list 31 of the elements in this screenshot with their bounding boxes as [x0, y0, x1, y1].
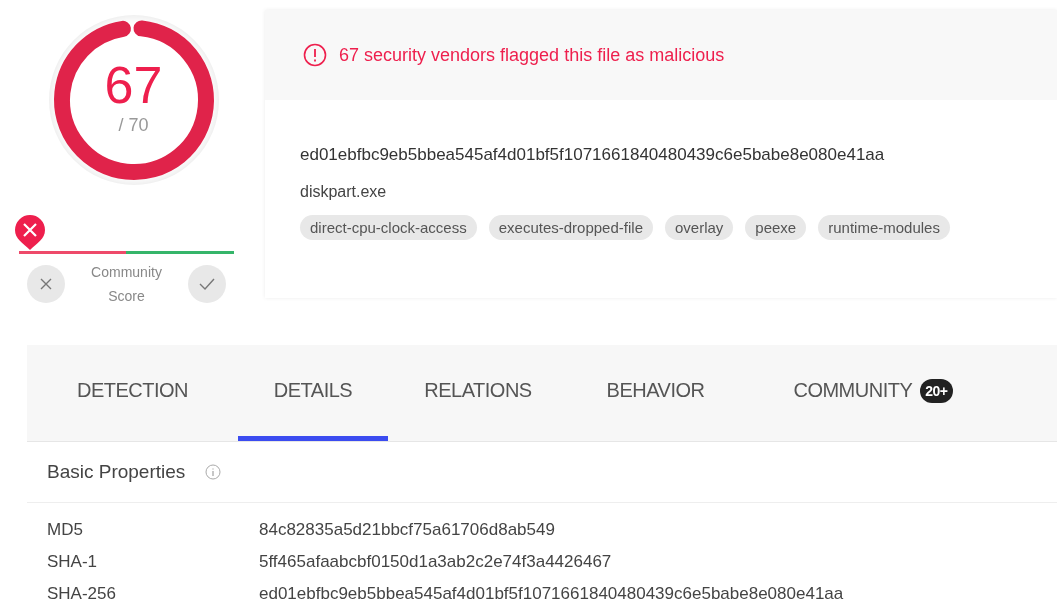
tag[interactable]: direct-cpu-clock-access	[300, 215, 477, 240]
alert-text: 67 security vendors flagged this file as malicious	[339, 44, 725, 66]
tab[interactable]: RELATIONS	[388, 345, 568, 441]
property-name: MD5	[47, 520, 84, 540]
tag[interactable]: peexe	[745, 215, 807, 240]
alert-icon	[303, 43, 327, 67]
count-badge: 20+	[920, 378, 953, 403]
property-value: 84c82835a5d21bbcf75a61706d8ab549	[259, 520, 556, 540]
file-name: diskpart.exe	[300, 183, 388, 201]
total-count: / 70	[118, 114, 149, 136]
downvote-button[interactable]	[27, 265, 65, 303]
property-value: ed01ebfbc9eb5bbea545af4d01bf5f1071661840480439c6e5babe8e080e41aa	[259, 584, 845, 604]
upvote-button[interactable]	[188, 265, 226, 303]
close-icon	[40, 278, 52, 290]
tag[interactable]: overlay	[665, 215, 734, 240]
tag[interactable]: executes-dropped-file	[488, 215, 653, 240]
close-marker-icon	[13, 213, 47, 251]
community-score-label: Community Score	[90, 263, 163, 306]
check-icon	[199, 278, 215, 290]
info-icon	[205, 464, 222, 480]
tag[interactable]: runtime-modules	[818, 215, 950, 240]
tab[interactable]: DETECTION	[27, 345, 238, 441]
property-value: 5ff465afaabcbf0150d1a3ab2c2e74f3a4426467	[259, 552, 613, 572]
property-name: SHA-256	[47, 584, 117, 604]
tab[interactable]: DETAILS	[238, 345, 388, 441]
tab[interactable]: BEHAVIOR	[568, 345, 743, 441]
section-title: Basic Properties	[47, 461, 186, 483]
tab[interactable]: COMMUNITY 20+	[763, 345, 983, 441]
detection-count: 67	[104, 58, 163, 111]
property-name: SHA-1	[47, 552, 99, 572]
file-hash: ed01ebfbc9eb5bbea545af4d01bf5f1071661840480439c6e5babe8e080e41aa	[300, 145, 886, 165]
